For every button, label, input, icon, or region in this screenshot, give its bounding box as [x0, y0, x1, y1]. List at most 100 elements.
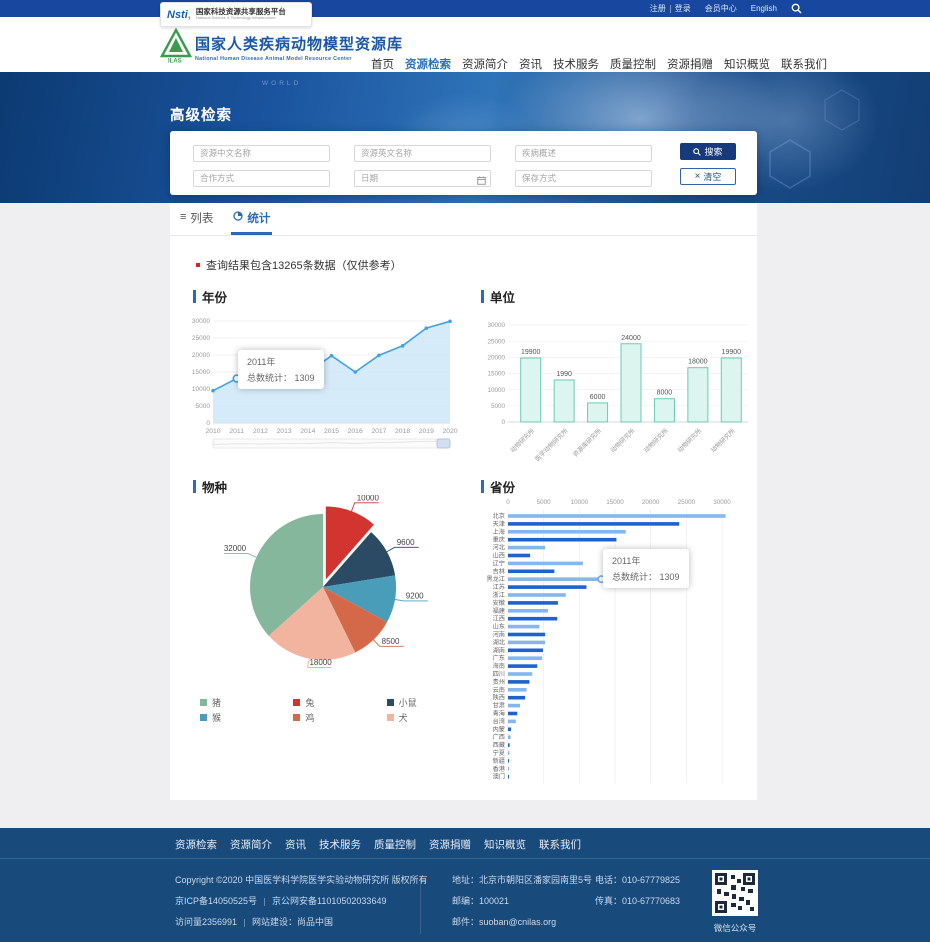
svg-text:台湾: 台湾: [493, 717, 505, 725]
menu-item-donation[interactable]: 资源捐赠: [667, 56, 713, 72]
main-menu: 首页 资源检索 资源简介 资讯 技术服务 质量控制 资源捐赠 知识概览 联系我们: [371, 56, 827, 72]
main-nav: ILAS 国家人类疾病动物模型资源库 National Human Diseas…: [0, 17, 930, 72]
menu-item-news[interactable]: 资讯: [519, 56, 542, 72]
province-chart-svg[interactable]: 050001000015000200002500030000北京天津上海重庆河北…: [478, 493, 758, 795]
disease-overview-input[interactable]: [515, 145, 652, 162]
copyright-text: Copyright ©2020 中国医学科学院医学实验动物研究所 版权所有: [175, 870, 428, 891]
legend-label: 小鼠: [399, 696, 417, 709]
legend-swatch: [200, 699, 207, 706]
footer-link-donation[interactable]: 资源捐赠: [429, 837, 471, 852]
police-number[interactable]: 京公网安备11010502033649: [272, 896, 386, 906]
svg-text:动物研究所: 动物研究所: [709, 427, 737, 455]
svg-text:黑龙江: 黑龙江: [486, 575, 505, 583]
tab-stats[interactable]: 统计: [231, 203, 272, 235]
unit-chart-title: 单位: [481, 287, 515, 306]
search-button[interactable]: 搜索: [680, 143, 736, 160]
svg-text:10000: 10000: [357, 495, 380, 502]
site-builder[interactable]: 网站建设：尚品中国: [252, 917, 333, 927]
platform-logo[interactable]: Nsti, 国家科技资源共享服务平台 National Science & Te…: [160, 2, 312, 27]
resource-cn-name-input[interactable]: [193, 145, 330, 162]
svg-text:20000: 20000: [192, 352, 210, 359]
svg-text:河北: 河北: [493, 544, 506, 552]
svg-text:湖北: 湖北: [493, 638, 506, 646]
svg-text:2020: 2020: [442, 428, 457, 435]
species-chart-svg[interactable]: 100009600920085001800032000: [190, 495, 470, 691]
svg-text:2014: 2014: [300, 428, 315, 435]
footer-link-resource-search[interactable]: 资源检索: [175, 837, 217, 852]
legend-swatch: [293, 699, 300, 706]
legend-item-犬[interactable]: 犬: [387, 711, 480, 724]
menu-item-home[interactable]: 首页: [371, 56, 394, 72]
svg-text:10000: 10000: [571, 499, 589, 506]
svg-text:海南: 海南: [493, 662, 505, 670]
menu-item-resource-intro[interactable]: 资源简介: [462, 56, 508, 72]
register-link[interactable]: 注册: [650, 3, 666, 14]
icp-number[interactable]: 京ICP备14050525号: [175, 896, 257, 906]
date-input[interactable]: [354, 170, 491, 187]
svg-text:重庆: 重庆: [493, 536, 505, 544]
svg-text:15000: 15000: [487, 371, 505, 378]
list-icon: ≡: [180, 212, 186, 223]
world-map-label: WORLD: [262, 80, 301, 87]
footer-copyright-block: Copyright ©2020 中国医学科学院医学实验动物研究所 版权所有 京I…: [175, 870, 428, 933]
footer-links: 资源检索 资源简介 资讯 技术服务 质量控制 资源捐赠 知识概览 联系我们: [175, 837, 581, 852]
topbar: 注册 登录 会员中心 English: [0, 0, 930, 17]
calendar-icon[interactable]: [477, 172, 486, 190]
unit-chart-svg[interactable]: 05000100001500020000250003000019900动物研究所…: [478, 311, 755, 479]
svg-text:18000: 18000: [688, 359, 708, 366]
legend-item-猴[interactable]: 猴: [200, 711, 293, 724]
year-chart-svg[interactable]: 0500010000150002000025000300002010201120…: [190, 311, 464, 461]
svg-text:吉林: 吉林: [493, 567, 505, 575]
legend-item-猪[interactable]: 猪: [200, 696, 293, 709]
cooperation-mode-input[interactable]: [193, 170, 330, 187]
svg-text:广西: 广西: [493, 733, 505, 741]
svg-text:5000: 5000: [491, 403, 506, 410]
stats-card: ≡ 列表 统计 查询结果包含13265条数据（仅供参考） 年份 单位 物种 省份…: [170, 203, 757, 800]
hero-banner: WORLD 高级检索 搜索 × 清空: [0, 72, 930, 203]
svg-text:北京: 北京: [493, 512, 505, 520]
footer-link-news[interactable]: 资讯: [285, 837, 306, 852]
footer-link-contact[interactable]: 联系我们: [539, 837, 581, 852]
divider: [0, 858, 930, 859]
menu-item-knowledge[interactable]: 知识概览: [724, 56, 770, 72]
svg-text:6000: 6000: [590, 394, 606, 401]
advanced-search-card: 搜索 × 清空: [170, 131, 757, 195]
member-center-link[interactable]: 会员中心: [705, 3, 737, 14]
menu-item-resource-search[interactable]: 资源检索: [405, 56, 451, 72]
svg-text:动物研究所: 动物研究所: [609, 427, 637, 455]
language-link[interactable]: English: [751, 4, 777, 13]
legend-item-鸡[interactable]: 鸡: [293, 711, 386, 724]
tab-list[interactable]: ≡ 列表: [178, 203, 215, 235]
storage-mode-input[interactable]: [515, 170, 652, 187]
svg-text:2016: 2016: [348, 428, 363, 435]
footer-link-knowledge[interactable]: 知识概览: [484, 837, 526, 852]
svg-text:0: 0: [506, 499, 510, 506]
svg-text:8500: 8500: [382, 637, 400, 646]
email-text[interactable]: 邮件：suoban@cnilas.org: [452, 912, 592, 933]
svg-text:20000: 20000: [642, 499, 660, 506]
footer: 资源检索 资源简介 资讯 技术服务 质量控制 资源捐赠 知识概览 联系我们 Co…: [0, 828, 930, 942]
footer-link-quality-control[interactable]: 质量控制: [374, 837, 416, 852]
svg-text:2015: 2015: [324, 428, 339, 435]
menu-item-contact[interactable]: 联系我们: [781, 56, 827, 72]
resource-en-name-input[interactable]: [354, 145, 491, 162]
svg-text:安徽: 安徽: [493, 599, 506, 607]
legend-item-小鼠[interactable]: 小鼠: [387, 696, 480, 709]
clear-button[interactable]: × 清空: [680, 168, 736, 185]
svg-text:1990: 1990: [556, 371, 572, 378]
site-logo-icon[interactable]: ILAS: [160, 28, 192, 69]
footer-link-tech-service[interactable]: 技术服务: [319, 837, 361, 852]
svg-text:2012: 2012: [253, 428, 268, 435]
svg-text:动物研究所: 动物研究所: [642, 427, 670, 455]
menu-item-tech-service[interactable]: 技术服务: [553, 56, 599, 72]
svg-text:内蒙: 内蒙: [493, 725, 505, 733]
footer-link-resource-intro[interactable]: 资源简介: [230, 837, 272, 852]
result-tabs: ≡ 列表 统计: [170, 203, 757, 236]
search-icon[interactable]: [791, 3, 802, 14]
svg-text:资源库研究所: 资源库研究所: [571, 427, 603, 459]
svg-text:2017: 2017: [371, 428, 386, 435]
legend-item-兔[interactable]: 兔: [293, 696, 386, 709]
login-link[interactable]: 登录: [675, 3, 691, 14]
menu-item-quality-control[interactable]: 质量控制: [610, 56, 656, 72]
svg-text:2013: 2013: [277, 428, 292, 435]
